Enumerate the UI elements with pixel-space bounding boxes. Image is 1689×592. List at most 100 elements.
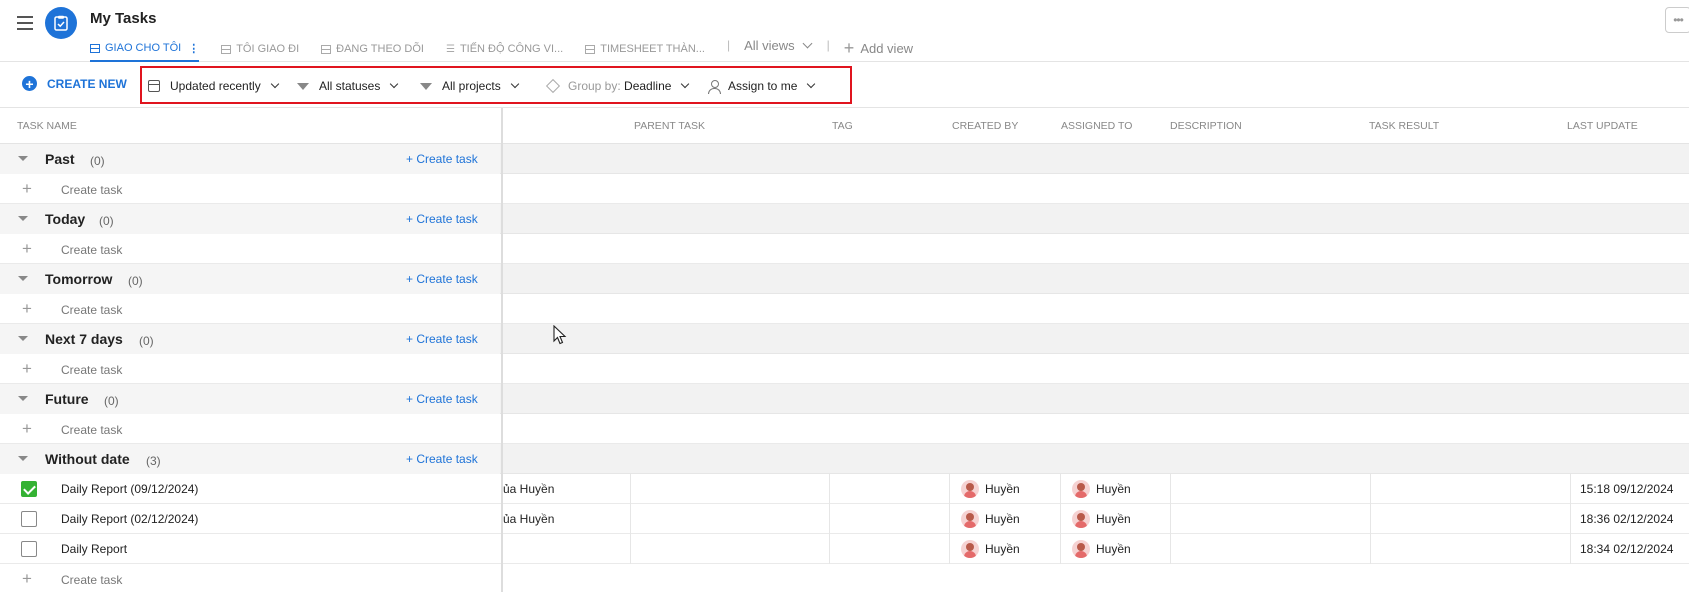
task-name-overflow: ủa Huyền	[503, 512, 555, 526]
assigned-to-cell[interactable]: Huyền	[1072, 510, 1131, 528]
cell-divider	[1170, 504, 1171, 534]
column-header-task-result[interactable]: TASK RESULT	[1369, 120, 1439, 132]
task-done-checkbox[interactable]	[21, 511, 37, 527]
cell-divider	[1570, 504, 1571, 534]
create-new-button[interactable]: + CREATE NEW	[22, 76, 127, 91]
add-task-row[interactable]: + Create task	[0, 234, 1689, 264]
create-task-label: Create task	[61, 183, 123, 197]
cell-divider	[1060, 474, 1061, 504]
group-row-tomorrow[interactable]: Tomorrow (0) + Create task	[0, 264, 1689, 294]
column-header-assigned-to[interactable]: ASSIGNED TO	[1061, 120, 1132, 132]
group-create-task-link[interactable]: + Create task	[406, 212, 478, 226]
tab-label: ĐANG THEO DÕI	[336, 43, 424, 55]
cell-divider	[829, 534, 830, 564]
create-task-label: Create task	[61, 243, 123, 257]
cell-divider	[829, 504, 830, 534]
cell-divider	[1570, 534, 1571, 564]
project-filter-label: All projects	[442, 79, 501, 93]
task-done-checkbox[interactable]	[21, 541, 37, 557]
assigned-to-cell[interactable]: Huyền	[1072, 480, 1131, 498]
add-task-row[interactable]: + Create task	[0, 564, 1689, 592]
caret-down-icon[interactable]	[18, 156, 28, 161]
caret-down-icon[interactable]	[18, 276, 28, 281]
table-row[interactable]: Daily Report (09/12/2024) ủa Huyền Huyền…	[0, 474, 1689, 504]
group-create-task-link[interactable]: + Create task	[406, 332, 478, 346]
caret-down-icon[interactable]	[18, 336, 28, 341]
group-count: (0)	[139, 334, 154, 348]
caret-down-icon[interactable]	[18, 216, 28, 221]
tab-dang-theo-doi[interactable]: ĐANG THEO DÕI	[321, 38, 424, 60]
tab-separator: |	[826, 38, 830, 52]
calendar-icon	[585, 44, 596, 54]
table-row[interactable]: Daily Report Huyền Huyền 18:34 02/12/202…	[0, 534, 1689, 564]
created-by-cell[interactable]: Huyền	[961, 510, 1020, 528]
group-row-today[interactable]: Today (0) + Create task	[0, 204, 1689, 234]
group-by-value: Deadline	[624, 79, 672, 93]
plus-icon: +	[22, 239, 32, 258]
tab-giao-cho-toi[interactable]: GIAO CHO TÔI ⋮	[90, 38, 200, 62]
add-view-button[interactable]: + Add view	[844, 38, 913, 59]
add-task-row[interactable]: + Create task	[0, 414, 1689, 444]
caret-down-icon[interactable]	[18, 396, 28, 401]
assignee-filter-dropdown[interactable]: Assign to me	[708, 79, 816, 94]
more-options-button[interactable]: •••	[1665, 7, 1689, 33]
avatar	[961, 540, 979, 558]
tab-tien-do-cong-viec[interactable]: ☰ TIẾN ĐỘ CÔNG VI...	[446, 38, 563, 60]
group-row-next-7-days[interactable]: Next 7 days (0) + Create task	[0, 324, 1689, 354]
grid-header: TASK NAME PARENT TASK TAG CREATED BY ASS…	[0, 108, 1689, 144]
task-name[interactable]: Daily Report	[61, 542, 127, 556]
group-create-task-link[interactable]: + Create task	[406, 272, 478, 286]
group-title: Past	[45, 151, 75, 167]
column-header-tag[interactable]: TAG	[832, 120, 853, 132]
column-header-parent-task[interactable]: PARENT TASK	[634, 120, 705, 132]
group-create-task-link[interactable]: + Create task	[406, 392, 478, 406]
caret-down-icon[interactable]	[18, 456, 28, 461]
chevron-down-icon	[807, 79, 816, 89]
group-create-task-link[interactable]: + Create task	[406, 152, 478, 166]
status-filter-dropdown[interactable]: All statuses	[297, 79, 399, 93]
column-header-last-update[interactable]: LAST UPDATE	[1567, 120, 1638, 132]
group-by-dropdown[interactable]: Group by: Deadline	[545, 78, 690, 94]
tab-options-icon[interactable]: ⋮	[188, 42, 199, 55]
task-name[interactable]: Daily Report (02/12/2024)	[61, 512, 198, 526]
group-row-past[interactable]: Past (0) + Create task	[0, 144, 1689, 174]
avatar	[961, 510, 979, 528]
add-task-row[interactable]: + Create task	[0, 354, 1689, 384]
plus-icon: +	[22, 179, 32, 198]
frozen-column-divider[interactable]	[501, 108, 503, 592]
tab-timesheet[interactable]: TIMESHEET THÀN...	[585, 38, 705, 60]
column-header-description[interactable]: DESCRIPTION	[1170, 120, 1242, 132]
all-views-dropdown[interactable]: All views	[744, 38, 813, 53]
last-update-value: 15:18 09/12/2024	[1580, 482, 1674, 496]
add-task-row[interactable]: + Create task	[0, 174, 1689, 204]
project-filter-dropdown[interactable]: All projects	[420, 79, 519, 93]
plus-icon: +	[22, 569, 32, 588]
cell-divider	[1170, 534, 1171, 564]
task-name[interactable]: Daily Report (09/12/2024)	[61, 482, 198, 496]
create-task-link-label: Create task	[416, 152, 478, 166]
created-by-cell[interactable]: Huyền	[961, 480, 1020, 498]
sort-dropdown[interactable]: Updated recently	[148, 79, 279, 93]
column-header-task-name[interactable]: TASK NAME	[17, 120, 77, 132]
group-row-future[interactable]: Future (0) + Create task	[0, 384, 1689, 414]
created-by-name: Huyền	[985, 482, 1020, 496]
assigned-to-name: Huyền	[1096, 542, 1131, 556]
group-count: (0)	[128, 274, 143, 288]
table-row[interactable]: Daily Report (02/12/2024) ủa Huyền Huyền…	[0, 504, 1689, 534]
status-filter-label: All statuses	[319, 79, 381, 93]
task-done-checkbox[interactable]	[21, 481, 37, 497]
assigned-to-cell[interactable]: Huyền	[1072, 540, 1131, 558]
cell-divider	[630, 534, 631, 564]
tab-toi-giao-di[interactable]: TÔI GIAO ĐI	[221, 38, 299, 60]
avatar	[1072, 510, 1090, 528]
table-icon	[221, 44, 232, 54]
created-by-cell[interactable]: Huyền	[961, 540, 1020, 558]
group-row-without-date[interactable]: Without date (3) + Create task	[0, 444, 1689, 474]
add-task-row[interactable]: + Create task	[0, 294, 1689, 324]
menu-icon[interactable]	[17, 16, 33, 30]
column-header-created-by[interactable]: CREATED BY	[952, 120, 1018, 132]
group-create-task-link[interactable]: + Create task	[406, 452, 478, 466]
cell-divider	[1060, 534, 1061, 564]
plus-circle-icon: +	[22, 76, 37, 91]
my-tasks-app-icon	[45, 7, 77, 39]
